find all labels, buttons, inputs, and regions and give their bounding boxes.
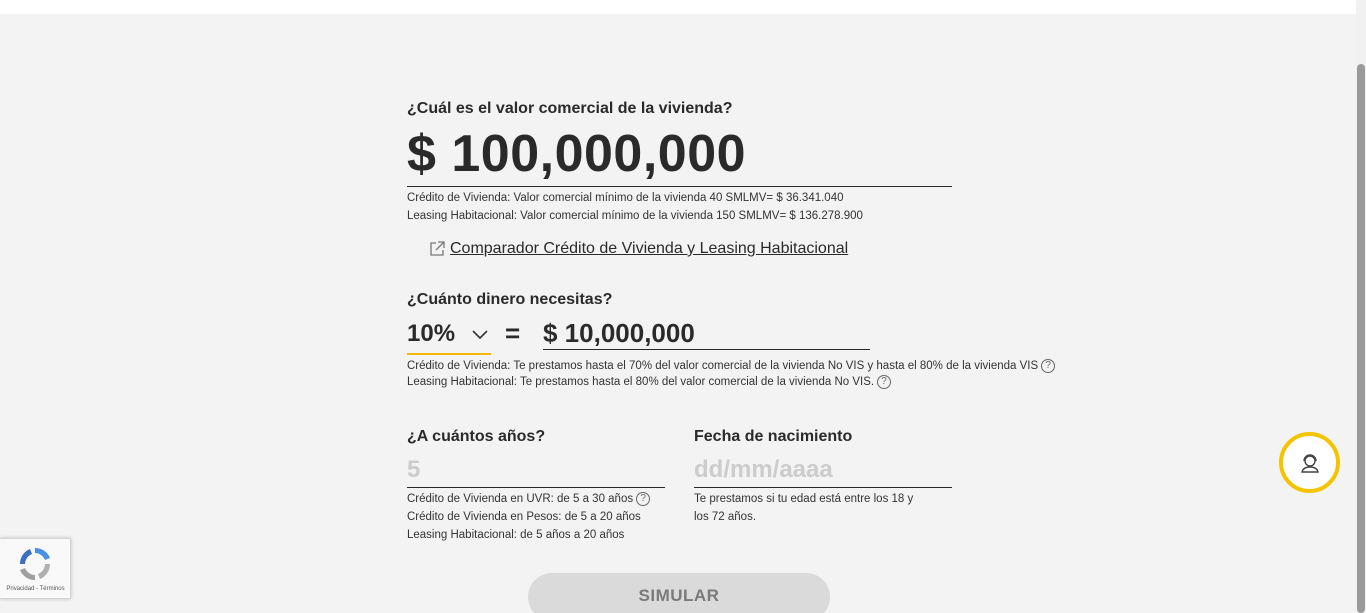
top-bar (0, 0, 1356, 14)
recaptcha-terms[interactable]: Privacidad - Términos (2, 586, 69, 592)
property-note-leasing: Leasing Habitacional: Valor comercial mí… (407, 210, 863, 222)
term-note-uvr-text: Crédito de Vivienda en UVR: de 5 a 30 añ… (407, 493, 634, 505)
property-value-underline (407, 186, 952, 187)
question-circle-icon[interactable]: ? (1041, 358, 1056, 373)
birth-note-line2: los 72 años. (694, 511, 757, 523)
property-value-amount[interactable]: $ 100,000,000 (407, 124, 746, 184)
percent-select-underline (407, 353, 491, 355)
property-value-question: ¿Cuál es el valor comercial de la vivien… (407, 100, 733, 117)
birth-underline (694, 487, 952, 488)
money-note-credit-text: Crédito de Vivienda: Te prestamos hasta … (407, 360, 1039, 372)
birth-note-line1: Te prestamos si tu edad está entre los 1… (694, 493, 914, 505)
support-chat-button[interactable] (1279, 432, 1340, 493)
simulate-button[interactable]: SIMULAR (528, 573, 830, 613)
birth-date-input[interactable] (694, 456, 952, 484)
comparator-link[interactable]: Comparador Crédito de Vivienda y Leasing… (428, 240, 848, 258)
money-note-leasing: Leasing Habitacional: Te prestamos hasta… (407, 373, 892, 391)
question-circle-icon[interactable]: ? (877, 374, 892, 389)
property-note-credit: Crédito de Vivienda: Valor comercial mín… (407, 192, 844, 204)
percent-select-value[interactable]: 10% (407, 320, 455, 348)
money-note-leasing-text: Leasing Habitacional: Te prestamos hasta… (407, 376, 875, 388)
term-note-pesos: Crédito de Vivienda en Pesos: de 5 a 20 … (407, 511, 641, 523)
money-question: ¿Cuánto dinero necesitas? (407, 291, 613, 308)
birth-question: Fecha de nacimiento (694, 428, 853, 445)
years-input[interactable] (407, 456, 665, 484)
term-note-uvr: Crédito de Vivienda en UVR: de 5 a 30 añ… (407, 490, 651, 508)
external-link-icon (430, 241, 445, 256)
recaptcha-badge[interactable]: Privacidad - Términos (0, 538, 71, 599)
term-note-leasing: Leasing Habitacional: de 5 años a 20 año… (407, 529, 625, 541)
money-amount[interactable]: $ 10,000,000 (543, 318, 695, 349)
scrollbar-track[interactable] (1356, 0, 1366, 613)
years-underline (407, 487, 665, 488)
agent-support-icon (1300, 453, 1319, 473)
scrollbar-thumb[interactable] (1357, 64, 1365, 613)
equals-sign: = (505, 318, 521, 348)
chevron-down-icon[interactable] (470, 326, 490, 342)
question-circle-icon[interactable]: ? (636, 491, 651, 506)
comparator-link-label[interactable]: Comparador Crédito de Vivienda y Leasing… (450, 240, 848, 258)
recaptcha-icon (19, 547, 51, 581)
term-question: ¿A cuántos años? (407, 428, 546, 445)
money-amount-underline (543, 349, 870, 350)
